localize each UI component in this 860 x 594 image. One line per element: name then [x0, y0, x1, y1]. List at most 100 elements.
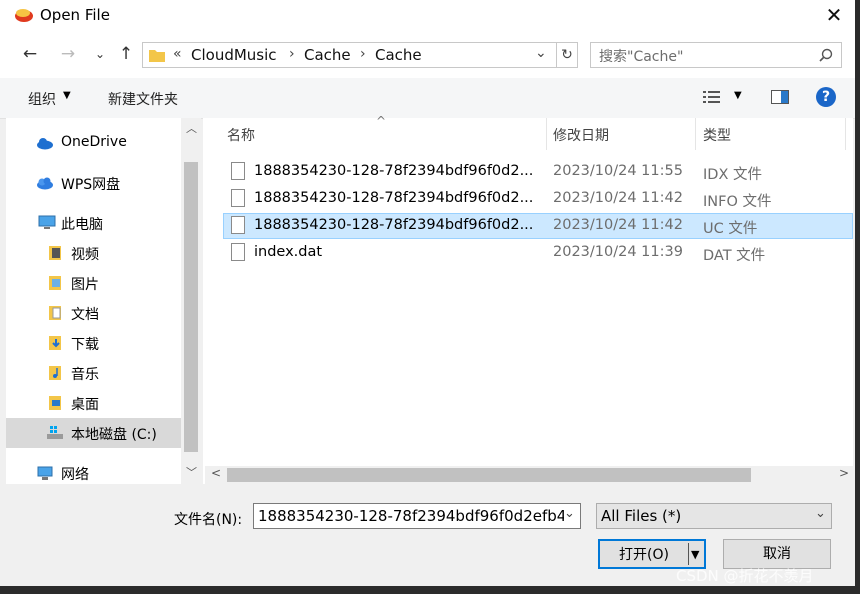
- file-list: ^ 名称 修改日期 类型 1888354230-128-78f2394bdf96…: [203, 114, 853, 484]
- navigation-pane: OneDrive WPS网盘 此电脑 视频 图片 文档 下载 音乐 桌面 本地磁…: [6, 118, 181, 484]
- file-row[interactable]: index.dat 2023/10/24 11:39 DAT 文件: [223, 240, 853, 266]
- drive-icon: [47, 426, 63, 439]
- preview-pane-icon: [771, 90, 789, 104]
- search-placeholder: 搜索"Cache": [599, 49, 684, 65]
- filter-value: All Files (*): [601, 507, 682, 525]
- cloud-icon: [37, 138, 53, 150]
- recent-locations-button[interactable]: ⌄: [88, 42, 112, 66]
- organize-dropdown-icon: ▼: [63, 90, 71, 101]
- open-file-dialog: Open File ✕ ← → ⌄ ↑ « CloudMusic › Cache…: [0, 0, 855, 594]
- arrow-left-icon: ←: [22, 44, 38, 64]
- sidebar-item-local-disk-c[interactable]: 本地磁盘 (C:): [6, 418, 181, 448]
- sidebar-item-label: 图片: [71, 277, 99, 293]
- window-title: Open File: [40, 6, 110, 24]
- scrollbar-thumb[interactable]: [184, 162, 198, 452]
- view-options-button[interactable]: [703, 90, 721, 104]
- refresh-button[interactable]: ↻: [556, 42, 578, 68]
- breadcrumb-cache-current[interactable]: Cache: [375, 46, 422, 64]
- address-bar[interactable]: « CloudMusic › Cache › Cache ⌄: [142, 42, 578, 68]
- column-divider[interactable]: [546, 118, 547, 150]
- file-type-filter[interactable]: All Files (*) ⌄: [596, 503, 832, 529]
- scroll-right-icon[interactable]: >: [839, 466, 849, 480]
- breadcrumb-cache[interactable]: Cache: [304, 46, 351, 64]
- back-button[interactable]: ←: [18, 42, 42, 66]
- breadcrumb-cloudmusic[interactable]: CloudMusic: [191, 46, 277, 64]
- search-box[interactable]: 搜索"Cache": [590, 42, 842, 68]
- file-type: DAT 文件: [703, 248, 766, 264]
- command-bar: 组织 ▼ 新建文件夹 ▼ ?: [0, 78, 855, 119]
- title-bar: Open File ✕: [0, 0, 855, 32]
- overflow-chevron[interactable]: «: [173, 46, 182, 62]
- cancel-label: 取消: [763, 546, 791, 562]
- sidebar-item-label: 视频: [71, 247, 99, 263]
- refresh-icon: ↻: [561, 47, 573, 63]
- close-icon: ✕: [825, 3, 843, 27]
- file-name: 1888354230-128-78f2394bdf96f0d2...: [254, 190, 534, 206]
- sort-ascending-icon: ^: [376, 114, 387, 128]
- sidebar-item-videos[interactable]: 视频: [6, 238, 181, 268]
- folder-icon: [149, 50, 165, 62]
- column-header-type[interactable]: 类型: [703, 125, 731, 145]
- details-view-icon: [703, 91, 720, 103]
- background-window-edge: [855, 0, 860, 594]
- sidebar-item-onedrive[interactable]: OneDrive: [6, 128, 181, 158]
- view-dropdown-icon[interactable]: ▼: [734, 90, 742, 101]
- file-date: 2023/10/24 11:42: [553, 190, 683, 206]
- file-name: 1888354230-128-78f2394bdf96f0d2...: [254, 163, 534, 179]
- file-type: INFO 文件: [703, 194, 772, 210]
- documents-folder-icon: [49, 306, 61, 320]
- up-button[interactable]: ↑: [114, 42, 138, 66]
- file-list-scrollbar[interactable]: < >: [205, 466, 853, 484]
- video-folder-icon: [49, 246, 61, 260]
- cloud-icon: [37, 177, 53, 190]
- column-header-name[interactable]: 名称: [227, 125, 255, 145]
- filename-label: 文件名(N):: [174, 512, 243, 528]
- sidebar-item-downloads[interactable]: 下载: [6, 328, 181, 358]
- sidebar-item-desktop[interactable]: 桌面: [6, 388, 181, 418]
- sidebar-item-pictures[interactable]: 图片: [6, 268, 181, 298]
- split-divider: [688, 543, 689, 565]
- downloads-folder-icon: [49, 336, 61, 350]
- forward-button[interactable]: →: [56, 42, 80, 66]
- navigation-scrollbar[interactable]: ︿ ﹀: [181, 118, 201, 484]
- new-folder-button[interactable]: 新建文件夹: [108, 89, 178, 109]
- sidebar-item-label: 此电脑: [61, 217, 103, 233]
- scroll-down-icon[interactable]: ﹀: [186, 464, 197, 480]
- sidebar-item-label: 文档: [71, 307, 99, 323]
- filename-input[interactable]: 1888354230-128-78f2394bdf96f0d2efb4c ⌄: [253, 503, 581, 529]
- close-button[interactable]: ✕: [817, 0, 851, 30]
- filename-dropdown-icon[interactable]: ⌄: [564, 506, 580, 521]
- chevron-right-icon: ›: [360, 46, 366, 62]
- address-dropdown-icon[interactable]: ⌄: [535, 45, 547, 61]
- sidebar-item-documents[interactable]: 文档: [6, 298, 181, 328]
- file-row-selected[interactable]: 1888354230-128-78f2394bdf96f0d2... 2023/…: [223, 213, 853, 239]
- sidebar-item-label: 网络: [61, 467, 89, 483]
- sidebar-item-wps[interactable]: WPS网盘: [6, 168, 181, 198]
- file-icon: [231, 216, 245, 234]
- file-icon: [231, 162, 245, 180]
- sidebar-item-label: 本地磁盘 (C:): [71, 427, 157, 443]
- file-row[interactable]: 1888354230-128-78f2394bdf96f0d2... 2023/…: [223, 159, 853, 185]
- sidebar-item-music[interactable]: 音乐: [6, 358, 181, 388]
- file-name: index.dat: [254, 244, 323, 260]
- app-icon: [15, 9, 33, 22]
- file-name: 1888354230-128-78f2394bdf96f0d2...: [254, 217, 534, 233]
- organize-button[interactable]: 组织: [28, 89, 56, 109]
- file-type: IDX 文件: [703, 167, 762, 183]
- sidebar-item-label: 音乐: [71, 367, 99, 383]
- sidebar-item-label: 桌面: [71, 397, 99, 413]
- column-divider[interactable]: [695, 118, 696, 150]
- column-header-date[interactable]: 修改日期: [553, 125, 609, 145]
- scrollbar-thumb[interactable]: [227, 468, 751, 482]
- filename-value: 1888354230-128-78f2394bdf96f0d2efb4c: [258, 507, 575, 525]
- sidebar-item-this-pc[interactable]: 此电脑: [6, 208, 181, 238]
- file-row[interactable]: 1888354230-128-78f2394bdf96f0d2... 2023/…: [223, 186, 853, 212]
- help-button[interactable]: ?: [816, 87, 836, 107]
- file-icon: [231, 189, 245, 207]
- preview-pane-button[interactable]: [771, 90, 789, 108]
- column-divider[interactable]: [845, 118, 846, 150]
- sidebar-item-label: 下载: [71, 337, 99, 353]
- scroll-left-icon[interactable]: <: [211, 466, 221, 480]
- file-icon: [231, 243, 245, 261]
- scroll-up-icon[interactable]: ︿: [186, 120, 197, 136]
